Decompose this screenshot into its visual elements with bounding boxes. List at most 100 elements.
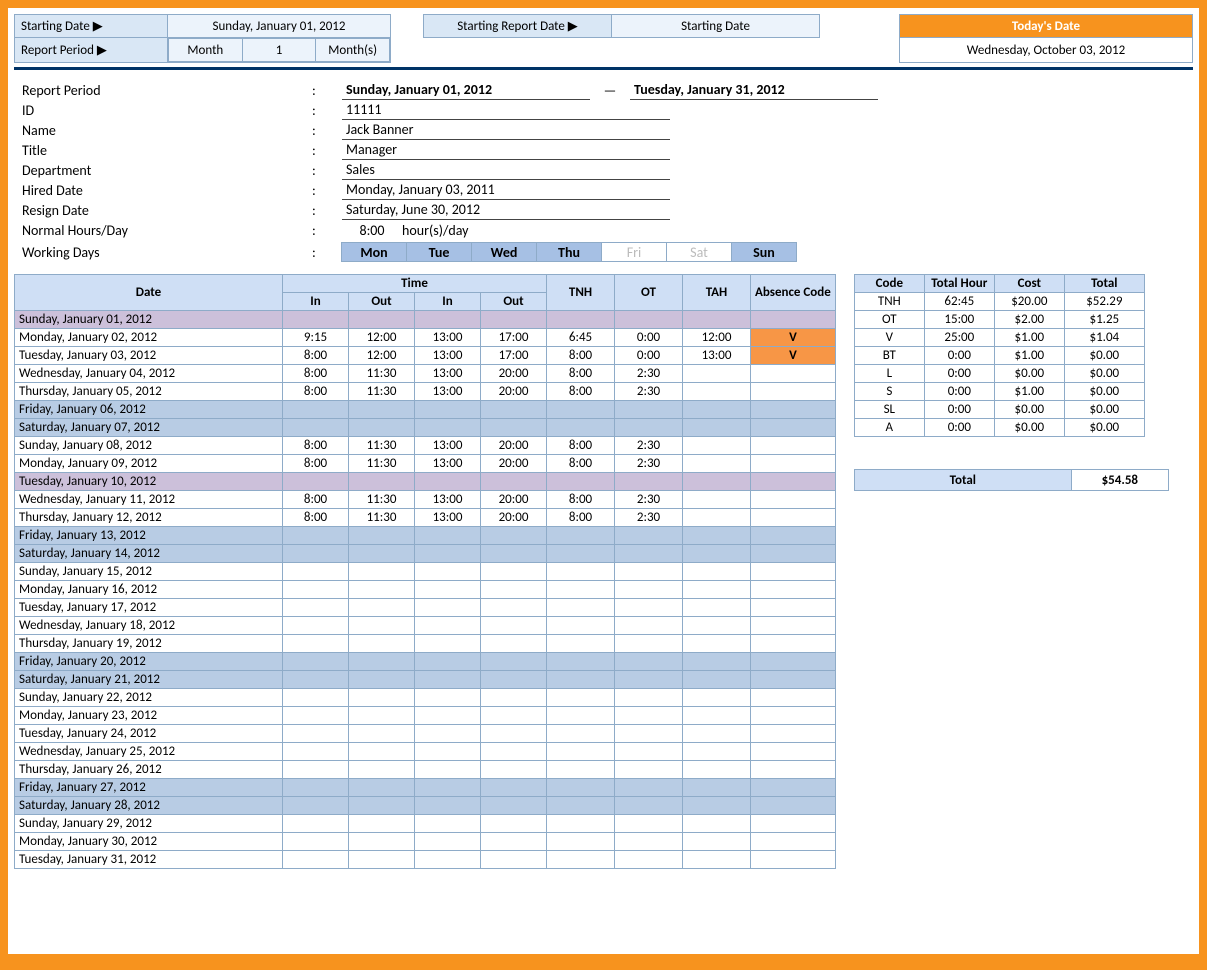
cell[interactable]: 12:00 xyxy=(349,347,415,365)
cell[interactable] xyxy=(751,743,836,761)
cell[interactable] xyxy=(415,707,481,725)
cell[interactable] xyxy=(547,707,615,725)
cell[interactable] xyxy=(547,581,615,599)
cell[interactable] xyxy=(283,797,349,815)
cell[interactable] xyxy=(349,617,415,635)
cell[interactable] xyxy=(615,527,683,545)
cell[interactable] xyxy=(283,311,349,329)
cell[interactable] xyxy=(349,671,415,689)
cell[interactable]: 2:30 xyxy=(615,455,683,473)
cell[interactable] xyxy=(349,527,415,545)
cell[interactable] xyxy=(481,545,547,563)
cell[interactable] xyxy=(349,419,415,437)
cell[interactable] xyxy=(283,815,349,833)
cell[interactable] xyxy=(481,761,547,779)
cell[interactable] xyxy=(615,473,683,491)
cell[interactable] xyxy=(683,833,751,851)
cell[interactable]: 13:00 xyxy=(415,383,481,401)
cell[interactable] xyxy=(481,815,547,833)
cell[interactable] xyxy=(481,707,547,725)
cell[interactable]: 13:00 xyxy=(683,347,751,365)
cell[interactable] xyxy=(683,851,751,869)
cell[interactable] xyxy=(683,311,751,329)
report-period-count[interactable]: 1 xyxy=(242,39,316,62)
cell[interactable] xyxy=(683,509,751,527)
cell[interactable]: 8:00 xyxy=(547,491,615,509)
cell[interactable] xyxy=(283,779,349,797)
info-hired[interactable]: Monday, January 03, 2011 xyxy=(342,180,670,200)
cell[interactable] xyxy=(615,563,683,581)
cell[interactable]: 13:00 xyxy=(415,347,481,365)
cell[interactable] xyxy=(683,563,751,581)
cell[interactable] xyxy=(615,761,683,779)
cell[interactable] xyxy=(481,401,547,419)
cell[interactable] xyxy=(683,581,751,599)
cell[interactable] xyxy=(481,527,547,545)
cell[interactable] xyxy=(615,743,683,761)
cell[interactable] xyxy=(415,617,481,635)
cell[interactable] xyxy=(415,743,481,761)
cell[interactable] xyxy=(615,419,683,437)
info-title[interactable]: Manager xyxy=(342,140,670,160)
cell[interactable] xyxy=(683,761,751,779)
cell[interactable] xyxy=(751,725,836,743)
cell[interactable]: 8:00 xyxy=(283,347,349,365)
cell[interactable] xyxy=(415,779,481,797)
cell[interactable] xyxy=(615,653,683,671)
cell[interactable] xyxy=(683,473,751,491)
cell[interactable] xyxy=(349,725,415,743)
cell[interactable] xyxy=(683,455,751,473)
cell[interactable]: 8:00 xyxy=(283,491,349,509)
cell[interactable] xyxy=(283,581,349,599)
cell[interactable] xyxy=(751,563,836,581)
cell[interactable] xyxy=(751,455,836,473)
cell[interactable] xyxy=(683,527,751,545)
cell[interactable] xyxy=(547,725,615,743)
cell[interactable] xyxy=(481,635,547,653)
cell[interactable] xyxy=(283,527,349,545)
cell[interactable] xyxy=(349,311,415,329)
cell[interactable] xyxy=(547,671,615,689)
cell[interactable] xyxy=(481,563,547,581)
cell[interactable] xyxy=(415,563,481,581)
cell[interactable] xyxy=(683,653,751,671)
cell[interactable] xyxy=(415,581,481,599)
cell[interactable] xyxy=(283,563,349,581)
day-mon[interactable]: Mon xyxy=(341,242,407,262)
cell[interactable] xyxy=(615,599,683,617)
cell[interactable] xyxy=(683,815,751,833)
cell[interactable] xyxy=(283,707,349,725)
cell[interactable] xyxy=(751,689,836,707)
cell[interactable] xyxy=(349,779,415,797)
cell[interactable] xyxy=(751,851,836,869)
cell[interactable] xyxy=(683,617,751,635)
cell[interactable]: 17:00 xyxy=(481,329,547,347)
cell[interactable] xyxy=(683,383,751,401)
cell[interactable] xyxy=(751,599,836,617)
cell[interactable] xyxy=(283,671,349,689)
cell[interactable] xyxy=(283,743,349,761)
cell[interactable] xyxy=(415,527,481,545)
cell[interactable] xyxy=(283,599,349,617)
cell[interactable] xyxy=(283,851,349,869)
cell[interactable] xyxy=(751,833,836,851)
cell[interactable] xyxy=(615,815,683,833)
cell[interactable]: 13:00 xyxy=(415,329,481,347)
cell[interactable] xyxy=(683,689,751,707)
cell[interactable] xyxy=(547,761,615,779)
cell[interactable] xyxy=(683,797,751,815)
cell[interactable] xyxy=(349,401,415,419)
cell[interactable] xyxy=(547,689,615,707)
cell[interactable]: 13:00 xyxy=(415,365,481,383)
cell[interactable]: 8:00 xyxy=(283,365,349,383)
day-thu[interactable]: Thu xyxy=(536,242,602,262)
cell[interactable]: 11:30 xyxy=(349,509,415,527)
cell[interactable] xyxy=(481,725,547,743)
cell[interactable] xyxy=(751,527,836,545)
cell[interactable] xyxy=(349,563,415,581)
cell[interactable]: 8:00 xyxy=(547,347,615,365)
cell[interactable] xyxy=(415,473,481,491)
cell[interactable] xyxy=(349,761,415,779)
day-tue[interactable]: Tue xyxy=(406,242,472,262)
cell[interactable] xyxy=(683,437,751,455)
